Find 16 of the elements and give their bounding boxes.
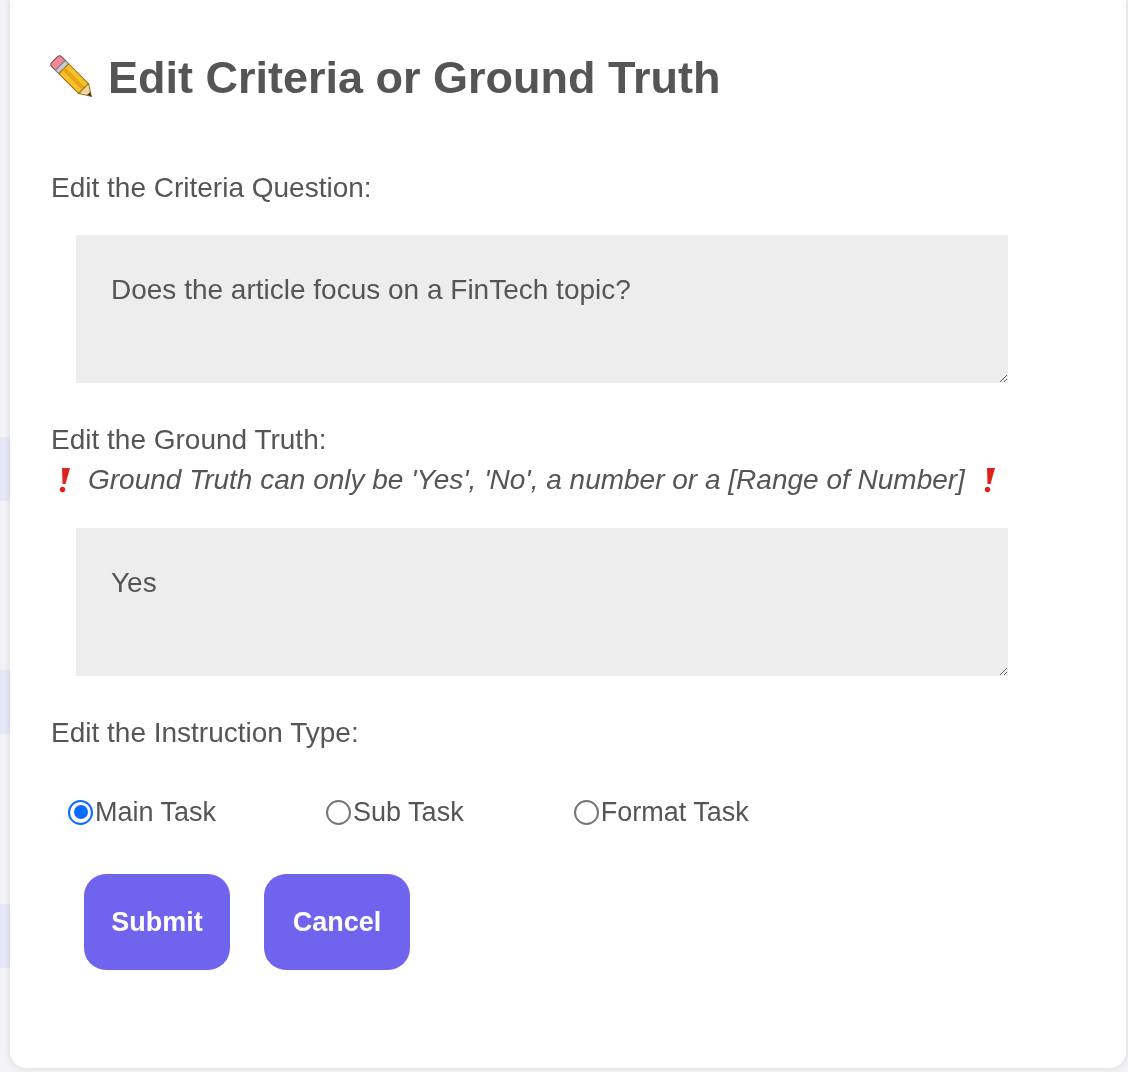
radio-button[interactable] — [68, 799, 93, 825]
ground-truth-textarea[interactable]: Yes — [76, 528, 1008, 676]
radio-button[interactable] — [326, 799, 352, 825]
cancel-button[interactable]: Cancel — [264, 874, 410, 970]
exclamation-icon — [57, 467, 71, 493]
field-label: Edit the Instruction Type: — [51, 716, 359, 750]
warning-text: Ground Truth can only be 'Yes', 'No', a number or a [Range of Number] — [88, 463, 965, 497]
criteria-textarea[interactable]: Does the article focus on a FinTech topic? — [76, 235, 1008, 383]
radio-option[interactable]: Main Task — [68, 795, 217, 829]
radio-option[interactable]: Format Task — [573, 795, 749, 829]
dialog-title: Edit Criteria or Ground Truth — [108, 51, 721, 105]
submit-button[interactable]: Submit — [84, 874, 230, 970]
radio-button[interactable] — [573, 799, 599, 825]
field-label: Edit the Ground Truth: — [51, 423, 327, 457]
field-label: Edit the Criteria Question: — [51, 171, 372, 205]
radio-option[interactable]: Sub Task — [326, 795, 464, 829]
